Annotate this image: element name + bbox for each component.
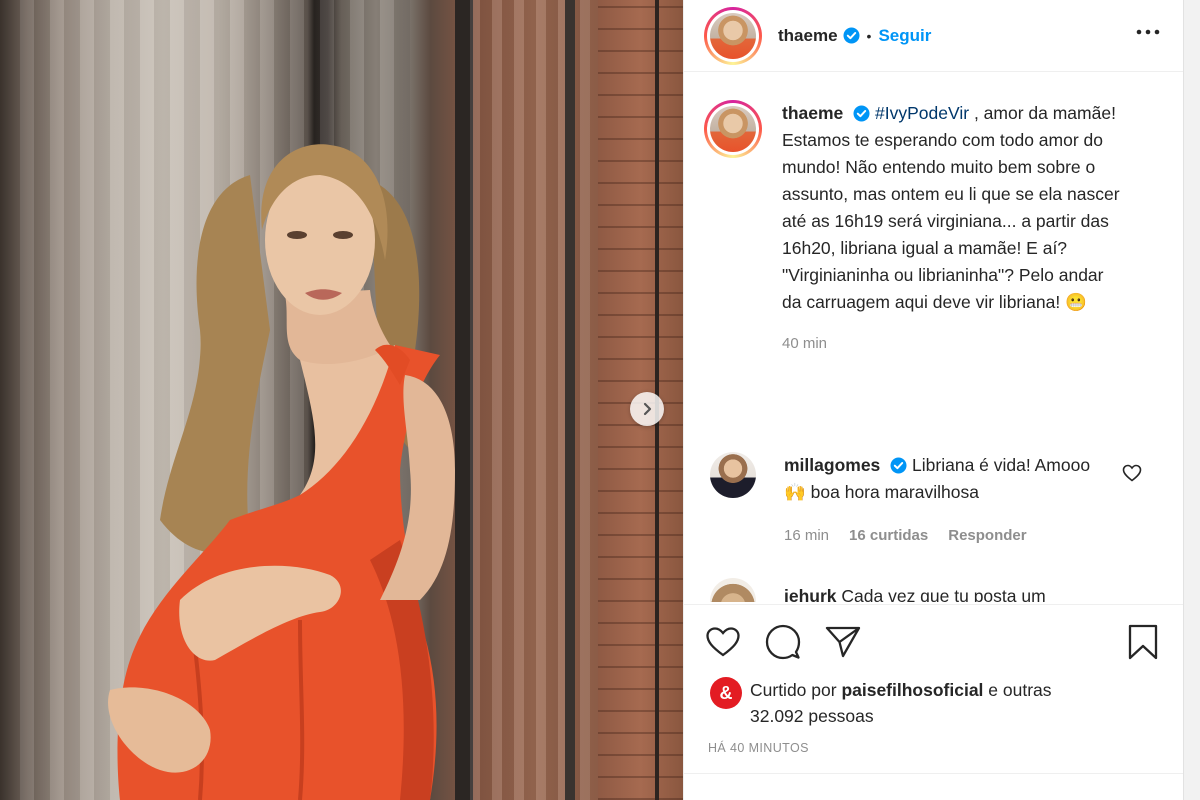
eye [333,231,353,239]
comment: iehurk Cada vez que tu posta um [710,578,1160,602]
caption-username[interactable]: thaeme [782,103,843,123]
post-details-panel: thaeme • Seguir thaeme #IvyPodeVir , amo… [683,0,1184,800]
comment-meta: 16 min 16 curtidas Responder [784,522,1114,549]
caption-body: thaeme #IvyPodeVir , amor da mamãe! Esta… [782,100,1122,357]
verified-badge-icon [843,27,860,44]
page-scrollbar[interactable] [1183,0,1200,800]
verified-badge-icon [890,457,907,474]
liker-username[interactable]: paisefilhosoficial [841,680,983,700]
action-icons [704,623,862,661]
divider [684,773,1184,774]
comment-username[interactable]: iehurk [784,586,837,602]
post-timestamp[interactable]: HÁ 40 MINUTOS [708,741,809,755]
comment-bubble-icon [765,624,801,660]
separator: • [866,27,872,44]
avatar[interactable] [704,6,762,65]
header-username[interactable]: thaeme [778,26,838,46]
woman-figure [108,144,455,800]
heart-icon [706,627,740,657]
reply-button[interactable]: Responder [948,522,1026,549]
post-caption: thaeme #IvyPodeVir , amor da mamãe! Esta… [704,100,1164,357]
verified-badge-icon [853,105,870,122]
avatar[interactable] [710,578,756,602]
liker-avatar[interactable]: & [710,677,742,709]
post-actions: & Curtido por paisefilhosoficial e outra… [684,604,1184,800]
more-options-button[interactable] [1134,22,1162,42]
comment: millagomes Libriana é vida! Amooo 🙌 boa … [710,452,1160,549]
dress-fold [298,619,305,800]
avatar[interactable] [710,452,756,498]
follow-button[interactable]: Seguir [878,26,931,46]
likes-prefix: Curtido por [750,680,842,700]
profile-picture [710,106,756,152]
post-header: thaeme • Seguir [684,0,1184,72]
more-horizontal-icon [1136,29,1160,35]
save-button[interactable] [1124,623,1162,661]
hair [160,175,270,554]
like-button[interactable] [704,623,742,661]
paper-plane-icon [825,626,861,658]
post-photo [0,0,683,800]
comment-button[interactable] [764,623,802,661]
hashtag-link[interactable]: #IvyPodeVir [875,103,969,123]
comment-username[interactable]: millagomes [784,455,880,475]
profile-picture [710,12,756,59]
likes-summary: & Curtido por paisefilhosoficial e outra… [710,677,1070,729]
next-photo-button[interactable] [630,392,664,426]
bookmark-icon [1128,624,1158,660]
caption-text: , amor da mamãe! Estamos te esperando co… [782,103,1120,312]
comment-time[interactable]: 16 min [784,522,829,549]
heart-icon[interactable] [1122,464,1142,482]
share-button[interactable] [824,623,862,661]
comment-likes[interactable]: 16 curtidas [849,522,928,549]
eye [287,231,307,239]
chevron-right-icon [643,402,652,416]
avatar[interactable] [704,100,762,158]
comment-text: Cada vez que tu posta um [836,586,1046,602]
caption-timestamp[interactable]: 40 min [782,330,1122,357]
